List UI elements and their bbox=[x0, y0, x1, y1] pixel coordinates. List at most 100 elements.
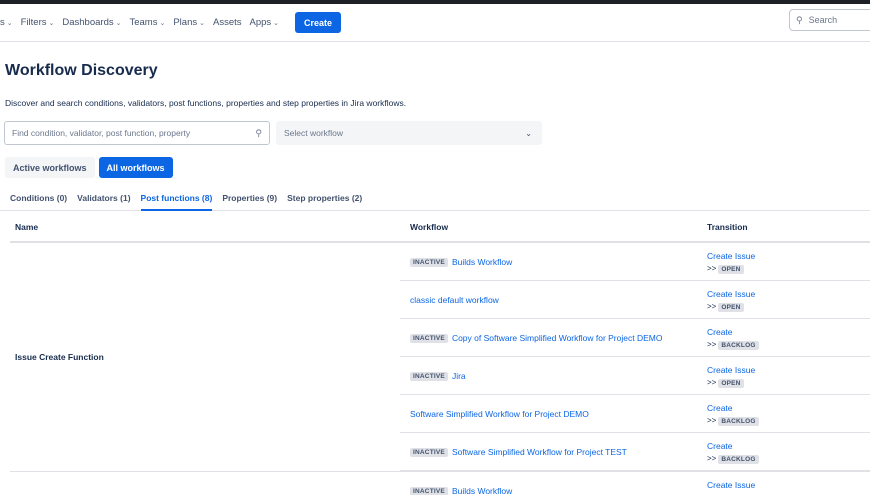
nav-item-label: Teams bbox=[129, 17, 158, 28]
inactive-badge: INACTIVE bbox=[410, 486, 448, 495]
transition-link[interactable]: Create Issue bbox=[707, 479, 755, 491]
chevron-down-icon: ⌄ bbox=[199, 19, 205, 27]
page-description: Discover and search conditions, validato… bbox=[5, 98, 407, 108]
tab[interactable]: Step properties (2) bbox=[287, 193, 362, 211]
next-function-group: INACTIVE Builds Workflow Create Issue bbox=[10, 472, 870, 495]
status-lozenge: BACKLOG bbox=[718, 455, 759, 464]
chevron-down-icon: ⌄ bbox=[48, 19, 55, 27]
table-row: classic default workflow Create Issue >> OP… bbox=[400, 281, 870, 319]
workflow-link[interactable]: Jira bbox=[452, 371, 466, 381]
function-search-field[interactable]: ⚲ bbox=[4, 121, 270, 145]
workflow-cell: INACTIVE Software Simplified Workflow for… bbox=[410, 433, 627, 471]
transition-cell: Create Issue >> OPEN bbox=[707, 288, 755, 314]
active-workflows-button[interactable]: Active workflows bbox=[5, 157, 95, 178]
transition-cell: Create >> BACKLOG bbox=[707, 402, 759, 428]
search-placeholder: Search bbox=[808, 15, 838, 25]
inactive-badge: INACTIVE bbox=[410, 447, 448, 457]
transition-link[interactable]: Create Issue bbox=[707, 364, 755, 376]
workflow-cell: INACTIVE Builds Workflow bbox=[410, 472, 512, 495]
search-icon: ⚲ bbox=[796, 14, 803, 25]
column-header-workflow[interactable]: Workflow bbox=[410, 222, 448, 232]
column-header-transition[interactable]: Transition bbox=[707, 222, 748, 232]
create-button[interactable]: Create bbox=[295, 12, 342, 33]
transition-link[interactable]: Create Issue bbox=[707, 288, 755, 300]
function-group: Issue Create Function INACTIVE Builds Wor… bbox=[10, 243, 870, 471]
status-lozenge: OPEN bbox=[718, 265, 744, 274]
nav-item-label: Dashboards bbox=[62, 17, 114, 28]
all-workflows-button[interactable]: All workflows bbox=[98, 157, 173, 178]
status-lozenge: BACKLOG bbox=[718, 417, 759, 426]
workflow-link[interactable]: Copy of Software Simplified Workflow for… bbox=[452, 333, 663, 343]
nav-items: s ⌄ Filters ⌄ Dashboards ⌄ Teams ⌄ Plans ⌄ Assets A… bbox=[0, 17, 287, 28]
nav-item-label: Assets bbox=[212, 17, 242, 28]
results-table: Name Workflow Transition Issue Create Fu… bbox=[10, 212, 870, 495]
transition-link[interactable]: Create bbox=[707, 402, 759, 414]
tab[interactable]: Validators (1) bbox=[77, 193, 130, 211]
nav-item[interactable]: Dashboards ⌄ bbox=[62, 17, 121, 28]
workflow-cell: classic default workflow bbox=[410, 281, 499, 319]
inactive-badge: INACTIVE bbox=[410, 371, 448, 381]
transition-cell: Create Issue bbox=[707, 479, 755, 491]
target-status: >> OPEN bbox=[707, 263, 744, 274]
nav-item[interactable]: Filters ⌄ bbox=[21, 17, 55, 28]
tab[interactable]: Conditions (0) bbox=[10, 193, 67, 211]
workflow-select[interactable]: Select workflow ⌄ bbox=[276, 121, 542, 145]
table-row: INACTIVE Copy of Software Simplified Work… bbox=[400, 319, 870, 357]
global-search-input[interactable]: ⚲ Search bbox=[789, 9, 870, 31]
chevron-down-icon: ⌄ bbox=[525, 128, 532, 138]
chevron-down-icon: ⌄ bbox=[115, 19, 122, 27]
inactive-badge: INACTIVE bbox=[410, 257, 448, 267]
inactive-badge: INACTIVE bbox=[410, 333, 448, 343]
transition-link[interactable]: Create bbox=[707, 326, 759, 338]
workflow-cell: INACTIVE Copy of Software Simplified Work… bbox=[410, 319, 662, 357]
workflow-link[interactable]: Builds Workflow bbox=[452, 486, 512, 495]
top-navigation: s ⌄ Filters ⌄ Dashboards ⌄ Teams ⌄ Plans ⌄ Assets A… bbox=[0, 4, 870, 42]
arrow-text: >> bbox=[707, 340, 717, 349]
workflow-select-placeholder: Select workflow bbox=[284, 128, 344, 138]
workflow-link[interactable]: classic default workflow bbox=[410, 295, 499, 305]
status-lozenge: BACKLOG bbox=[718, 341, 759, 350]
chevron-down-icon: ⌄ bbox=[273, 19, 280, 27]
table-row: INACTIVE Jira Create Issue >> OPEN bbox=[400, 357, 870, 395]
column-header-name[interactable]: Name bbox=[15, 222, 38, 232]
workflow-cell: Software Simplified Workflow for Project… bbox=[410, 395, 589, 433]
tab[interactable]: Post functions (8) bbox=[140, 193, 213, 211]
chevron-down-icon: ⌄ bbox=[6, 19, 13, 27]
workflow-link[interactable]: Builds Workflow bbox=[452, 257, 512, 267]
function-tabs: Conditions (0) Validators (1) Post functio… bbox=[0, 193, 870, 211]
arrow-text: >> bbox=[707, 416, 717, 425]
table-row: Software Simplified Workflow for Project… bbox=[400, 395, 870, 433]
transition-link[interactable]: Create bbox=[707, 440, 759, 452]
table-header: Name Workflow Transition bbox=[10, 212, 870, 243]
workflow-cell: INACTIVE Builds Workflow bbox=[410, 243, 512, 281]
nav-item[interactable]: Apps ⌄ bbox=[250, 17, 280, 28]
nav-item[interactable]: Teams ⌄ bbox=[129, 17, 165, 28]
function-search-input[interactable] bbox=[12, 128, 237, 138]
nav-item-label: Apps bbox=[249, 17, 272, 28]
search-icon: ⚲ bbox=[255, 127, 262, 138]
transition-link[interactable]: Create Issue bbox=[707, 250, 755, 262]
tab[interactable]: Properties (9) bbox=[222, 193, 277, 211]
transition-cell: Create >> BACKLOG bbox=[707, 440, 759, 466]
target-status: >> OPEN bbox=[707, 377, 744, 388]
arrow-text: >> bbox=[707, 454, 717, 463]
transition-cell: Create >> BACKLOG bbox=[707, 326, 759, 352]
workflow-link[interactable]: Software Simplified Workflow for Project… bbox=[410, 409, 589, 419]
page-title: Workflow Discovery bbox=[5, 62, 158, 79]
workflow-cell: INACTIVE Jira bbox=[410, 357, 466, 395]
nav-item[interactable]: Plans ⌄ bbox=[173, 17, 205, 28]
status-lozenge: OPEN bbox=[718, 303, 744, 312]
chevron-down-icon: ⌄ bbox=[159, 19, 166, 27]
nav-item-label: Filters bbox=[20, 17, 47, 28]
workflow-link[interactable]: Software Simplified Workflow for Project… bbox=[452, 447, 627, 457]
table-row: INACTIVE Software Simplified Workflow for… bbox=[400, 433, 870, 471]
status-lozenge: OPEN bbox=[718, 379, 744, 388]
nav-item[interactable]: s ⌄ bbox=[0, 17, 13, 28]
nav-item[interactable]: Assets bbox=[213, 17, 242, 28]
target-status: >> BACKLOG bbox=[707, 339, 759, 350]
nav-item-label: s bbox=[0, 17, 5, 28]
arrow-text: >> bbox=[707, 378, 717, 387]
table-row: INACTIVE Builds Workflow Create Issue >> OPE… bbox=[400, 243, 870, 281]
arrow-text: >> bbox=[707, 302, 717, 311]
arrow-text: >> bbox=[707, 264, 717, 273]
